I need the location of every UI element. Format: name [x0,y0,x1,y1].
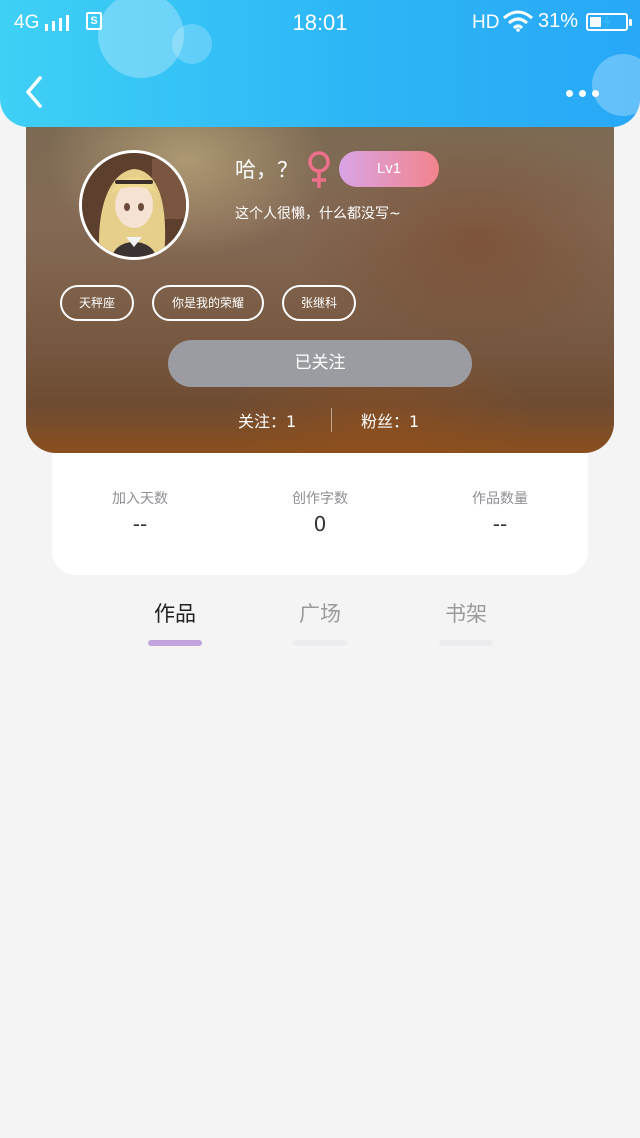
battery-level [590,17,601,27]
tab-label: 书架 [445,602,487,626]
tab-indicator [293,640,347,646]
tab-label: 广场 [299,602,341,626]
profile-card: 哈，？ Lv1 这个人很懒，什么都没写~ 天秤座 你是我的荣耀 张继科 已关注 … [26,120,614,453]
more-dot [579,90,586,97]
following-count[interactable]: 关注：1 [238,408,296,432]
tab-indicator [148,640,202,646]
tab-square[interactable]: 广场 [280,598,360,646]
stat-join-days: 加入天数 -- [60,488,220,536]
status-bar: 4G S 18:01 HD 31% [0,0,640,44]
stat-value: 0 [313,512,327,536]
female-icon [308,151,330,188]
bio-text: 这个人很懒，什么都没写~ [235,206,401,222]
more-dot [592,90,599,97]
wifi-icon [503,10,533,32]
tag-chip[interactable]: 你是我的荣耀 [152,285,264,321]
hd-indicator: HD [472,12,500,33]
battery-percent: 31% [538,10,579,32]
tab-works[interactable]: 作品 [135,598,215,646]
content-tabs: 作品 广场 书架 [0,590,640,650]
more-button[interactable] [560,80,604,106]
stat-label: 加入天数 [112,491,168,507]
divider [331,408,332,432]
battery-icon [586,13,632,31]
follow-stats: 关注：1 粉丝：1 [26,408,614,432]
header-bar: 4G S 18:01 HD 31% [0,0,640,127]
stat-works-count: 作品数量 -- [420,488,580,536]
tab-label: 作品 [154,602,196,626]
stat-value: -- [492,512,508,536]
stat-label: 创作字数 [292,491,348,507]
followers-count[interactable]: 粉丝：1 [361,408,419,432]
stat-word-count: 创作字数 0 [240,488,400,536]
level-badge: Lv1 [339,151,439,187]
avatar[interactable] [79,150,189,260]
more-horizontal-icon [566,90,573,97]
tag-chip[interactable]: 张继科 [282,285,356,321]
stat-value: -- [132,512,148,536]
back-button[interactable] [18,70,54,114]
stat-label: 作品数量 [472,491,528,507]
tag-chip[interactable]: 天秤座 [60,285,134,321]
avatar-image [82,153,186,257]
tab-indicator [439,640,493,646]
stats-panel: 加入天数 -- 创作字数 0 作品数量 -- [52,440,588,575]
tab-bookshelf[interactable]: 书架 [426,598,506,646]
nickname: 哈，？ [235,158,298,182]
charging-icon [602,15,612,29]
follow-button[interactable]: 已关注 [168,340,472,387]
chevron-left-icon [26,76,42,108]
